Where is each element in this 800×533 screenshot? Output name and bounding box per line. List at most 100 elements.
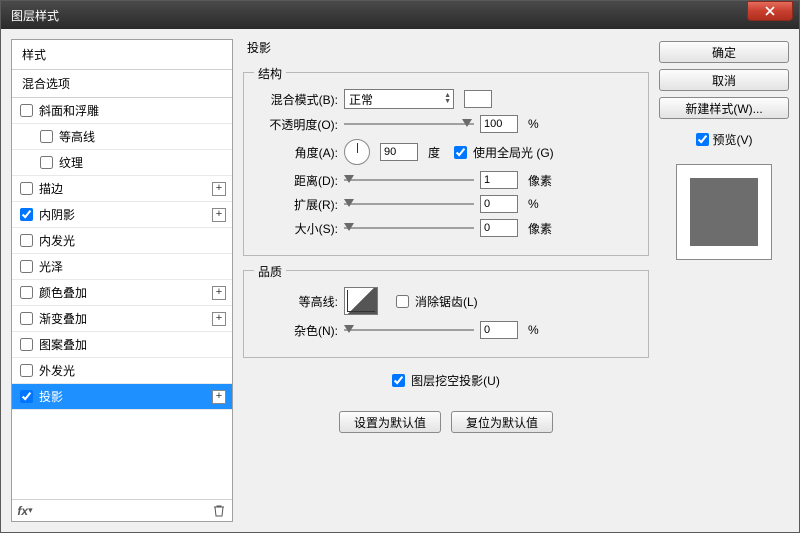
blend-options-header[interactable]: 混合选项: [12, 70, 232, 98]
style-item-checkbox[interactable]: [20, 208, 33, 221]
style-item-label: 投影: [39, 388, 63, 405]
blend-mode-select[interactable]: 正常 ▲▼: [344, 89, 454, 109]
angle-input[interactable]: [380, 143, 418, 161]
distance-row: 距离(D): 像素: [256, 171, 636, 189]
style-item-1[interactable]: 等高线: [12, 124, 232, 150]
style-item-0[interactable]: 斜面和浮雕: [12, 98, 232, 124]
style-item-11[interactable]: 投影 +: [12, 384, 232, 410]
opacity-unit: %: [528, 117, 539, 131]
preview-checkbox[interactable]: [696, 133, 709, 146]
preview-label: 预览(V): [713, 131, 753, 148]
style-item-5[interactable]: 内发光: [12, 228, 232, 254]
global-light-checkbox[interactable]: [454, 146, 467, 159]
style-item-7[interactable]: 颜色叠加 +: [12, 280, 232, 306]
opacity-slider[interactable]: [344, 117, 474, 131]
make-default-button[interactable]: 设置为默认值: [339, 411, 441, 433]
noise-slider[interactable]: [344, 323, 474, 337]
style-item-checkbox[interactable]: [20, 390, 33, 403]
layer-style-dialog: 图层样式 样式 混合选项 斜面和浮雕等高线纹理描边+内阴影+内发光光泽颜色叠加+…: [0, 0, 800, 533]
antialias-label: 消除锯齿(L): [415, 293, 478, 310]
blend-mode-row: 混合模式(B): 正常 ▲▼: [256, 89, 636, 109]
style-item-6[interactable]: 光泽: [12, 254, 232, 280]
opacity-row: 不透明度(O): %: [256, 115, 636, 133]
contour-picker[interactable]: [344, 287, 378, 315]
spread-input[interactable]: [480, 195, 518, 213]
style-item-label: 描边: [39, 180, 63, 197]
spread-slider[interactable]: [344, 197, 474, 211]
style-item-label: 纹理: [59, 154, 83, 171]
structure-legend: 结构: [254, 65, 286, 82]
select-arrows-icon: ▲▼: [444, 93, 451, 105]
styles-panel: 样式 混合选项 斜面和浮雕等高线纹理描边+内阴影+内发光光泽颜色叠加+渐变叠加+…: [11, 39, 233, 522]
style-item-3[interactable]: 描边 +: [12, 176, 232, 202]
close-button[interactable]: [747, 1, 793, 21]
titlebar: 图层样式: [1, 1, 799, 29]
trash-icon[interactable]: [212, 504, 226, 518]
preview-box: [676, 164, 772, 260]
contour-label: 等高线:: [256, 293, 338, 310]
fx-icon[interactable]: fx▾: [18, 504, 32, 518]
style-item-checkbox[interactable]: [40, 130, 53, 143]
style-item-4[interactable]: 内阴影+: [12, 202, 232, 228]
contour-row: 等高线: 消除锯齿(L): [256, 287, 636, 315]
ok-button[interactable]: 确定: [659, 41, 789, 63]
style-item-checkbox[interactable]: [20, 338, 33, 351]
distance-slider[interactable]: [344, 173, 474, 187]
style-item-checkbox[interactable]: [20, 286, 33, 299]
quality-legend: 品质: [254, 263, 286, 280]
default-buttons-row: 设置为默认值 复位为默认值: [243, 411, 649, 433]
angle-dial[interactable]: [344, 139, 370, 165]
style-item-label: 渐变叠加: [39, 310, 87, 327]
cancel-button[interactable]: 取消: [659, 69, 789, 91]
style-item-checkbox[interactable]: [20, 182, 33, 195]
styles-header[interactable]: 样式: [12, 40, 232, 70]
size-input[interactable]: [480, 219, 518, 237]
knockout-label: 图层挖空投影(U): [411, 372, 500, 389]
reset-default-button[interactable]: 复位为默认值: [451, 411, 553, 433]
opacity-input[interactable]: [480, 115, 518, 133]
add-effect-icon[interactable]: +: [212, 390, 226, 404]
blend-mode-label: 混合模式(B):: [256, 91, 338, 108]
preview-swatch: [690, 178, 758, 246]
settings-panel: 投影 结构 混合模式(B): 正常 ▲▼ 不透明度(O): %: [243, 39, 649, 522]
add-effect-icon[interactable]: +: [212, 312, 226, 326]
noise-unit: %: [528, 323, 539, 337]
size-label: 大小(S):: [256, 220, 338, 237]
knockout-row: 图层挖空投影(U): [243, 372, 649, 389]
size-row: 大小(S): 像素: [256, 219, 636, 237]
style-item-label: 图案叠加: [39, 336, 87, 353]
style-item-label: 颜色叠加: [39, 284, 87, 301]
style-item-label: 内发光: [39, 232, 75, 249]
new-style-button[interactable]: 新建样式(W)...: [659, 97, 789, 119]
window-title: 图层样式: [11, 7, 747, 24]
style-item-checkbox[interactable]: [20, 364, 33, 377]
knockout-checkbox[interactable]: [392, 374, 405, 387]
style-item-checkbox[interactable]: [40, 156, 53, 169]
styles-list: 斜面和浮雕等高线纹理描边+内阴影+内发光光泽颜色叠加+渐变叠加+图案叠加外发光投…: [12, 98, 232, 499]
style-item-checkbox[interactable]: [20, 104, 33, 117]
size-unit: 像素: [528, 220, 552, 237]
antialias-checkbox[interactable]: [396, 295, 409, 308]
add-effect-icon[interactable]: +: [212, 182, 226, 196]
style-item-label: 外发光: [39, 362, 75, 379]
size-slider[interactable]: [344, 221, 474, 235]
noise-input[interactable]: [480, 321, 518, 339]
add-effect-icon[interactable]: +: [212, 286, 226, 300]
style-item-10[interactable]: 外发光: [12, 358, 232, 384]
dialog-body: 样式 混合选项 斜面和浮雕等高线纹理描边+内阴影+内发光光泽颜色叠加+渐变叠加+…: [1, 29, 799, 532]
spread-label: 扩展(R):: [256, 196, 338, 213]
style-item-checkbox[interactable]: [20, 234, 33, 247]
style-item-checkbox[interactable]: [20, 260, 33, 273]
style-item-2[interactable]: 纹理: [12, 150, 232, 176]
noise-label: 杂色(N):: [256, 322, 338, 339]
style-item-9[interactable]: 图案叠加: [12, 332, 232, 358]
angle-row: 角度(A): 度 使用全局光 (G): [256, 139, 636, 165]
style-item-checkbox[interactable]: [20, 312, 33, 325]
action-panel: 确定 取消 新建样式(W)... 预览(V): [659, 39, 789, 522]
distance-input[interactable]: [480, 171, 518, 189]
shadow-color-swatch[interactable]: [464, 90, 492, 108]
style-item-8[interactable]: 渐变叠加 +: [12, 306, 232, 332]
close-icon: [765, 6, 775, 16]
add-effect-icon[interactable]: +: [212, 208, 226, 222]
distance-label: 距离(D):: [256, 172, 338, 189]
